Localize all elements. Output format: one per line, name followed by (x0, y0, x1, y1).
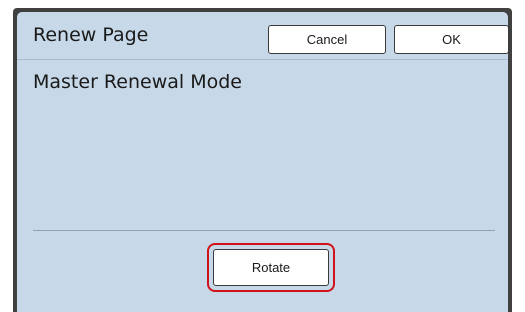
mode-label: Master Renewal Mode (33, 71, 242, 93)
cancel-button[interactable]: Cancel (268, 25, 386, 54)
ok-button[interactable]: OK (394, 25, 509, 54)
renew-page-dialog: Renew Page Cancel OK Master Renewal Mode… (17, 12, 509, 312)
rotate-button[interactable]: Rotate (213, 249, 329, 286)
header-divider (17, 59, 508, 60)
dialog-title: Renew Page (33, 24, 149, 46)
content-divider (33, 230, 495, 231)
